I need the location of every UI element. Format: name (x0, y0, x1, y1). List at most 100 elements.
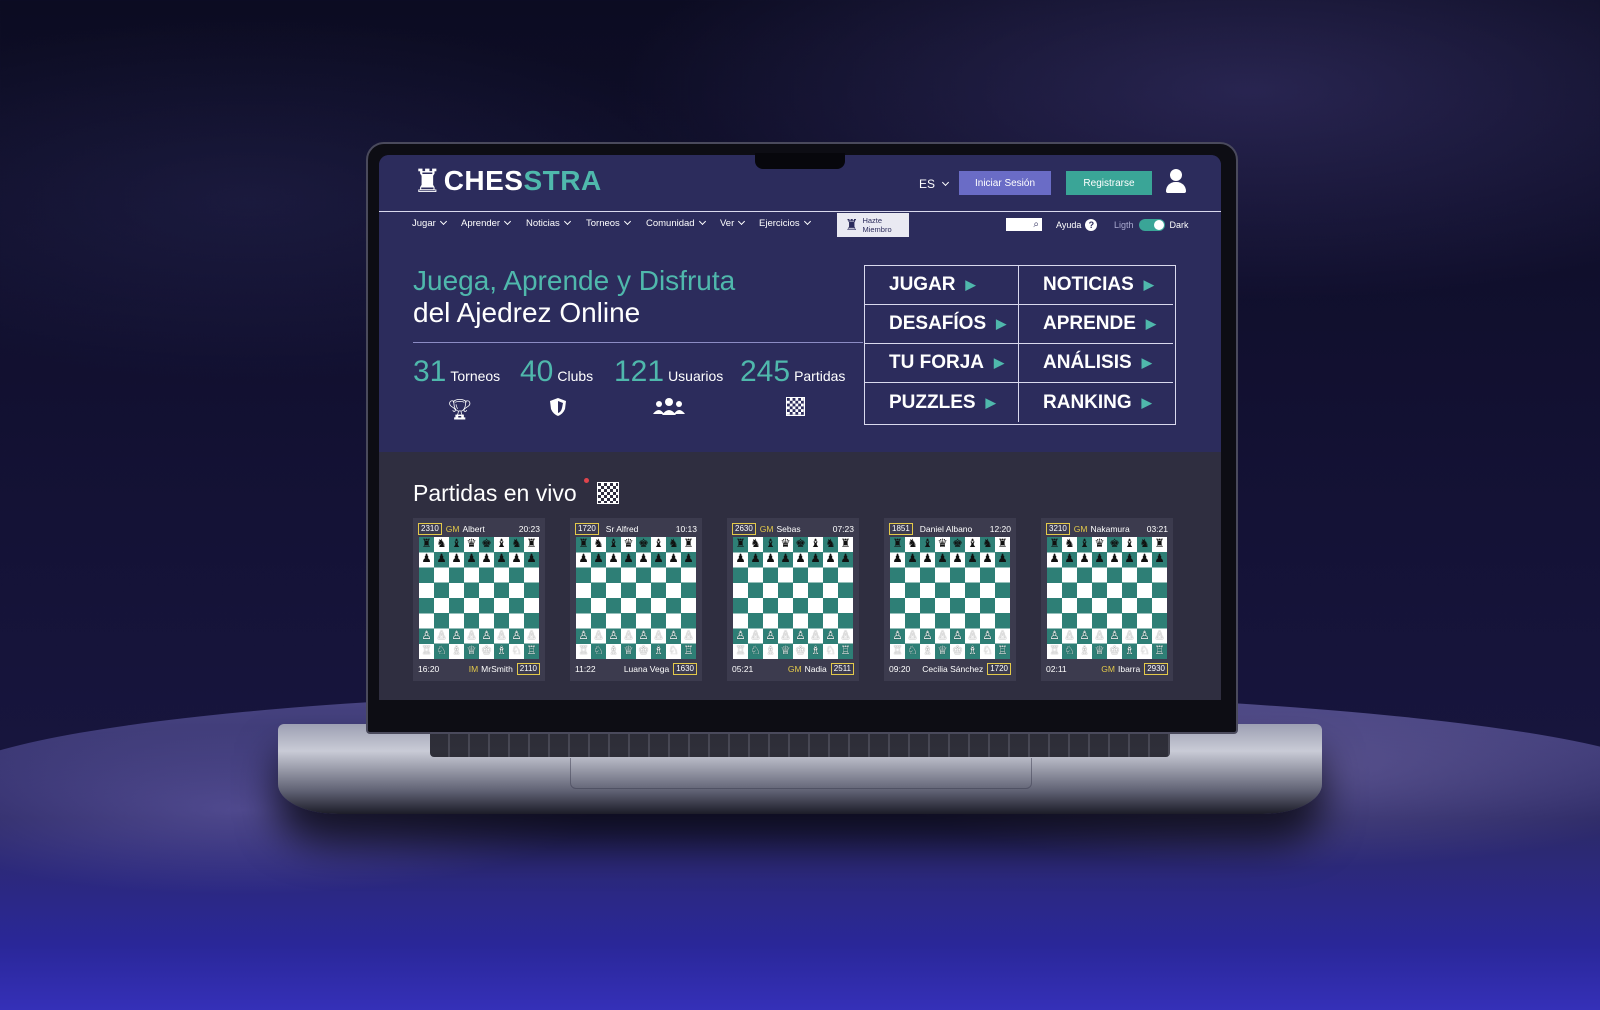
chess-board[interactable]: ♜ ♞ ♝ ♛ ♚ ♝ ♞ ♜ ♟ ♟ ♟ ♟ ♟ ♟ ♟ ♟ ♙ ♙ ♙ ♙ ♙ ♙ ♙ ♙ ♖ ♘ ♗ ♕ ♔ ♗ ♘ ♖ (419, 537, 539, 659)
bottom-player: 05:21 GM Nadia 2511 (732, 662, 854, 676)
live-game-card[interactable]: 1851 Daniel Albano 12:20 ♜ ♞ ♝ ♛ ♚ ♝ ♞ ♜ ♟ ♟ ♟ ♟ ♟ ♟ ♟ ♟ ♙ ♙… (884, 518, 1016, 681)
language-label: ES (919, 177, 936, 191)
menu-jugar[interactable]: JUGAR ▶ (865, 266, 1019, 305)
chess-piece-icon: ♟ (780, 553, 791, 566)
hero-title-line2: del Ajedrez Online (413, 297, 641, 328)
help-link[interactable]: Ayuda? (1056, 219, 1098, 231)
play-arrow-icon: ▶ (996, 316, 1007, 331)
board-rank: ♖ ♘ ♗ ♕ ♔ ♗ ♘ ♖ (890, 644, 1010, 659)
chess-piece-icon: ♙ (466, 629, 477, 642)
chess-board[interactable]: ♜ ♞ ♝ ♛ ♚ ♝ ♞ ♜ ♟ ♟ ♟ ♟ ♟ ♟ ♟ ♟ ♙ ♙ ♙ ♙ ♙ ♙ ♙ ♙ ♖ ♘ ♗ ♕ ♔ ♗ ♘ ♖ (890, 537, 1010, 659)
chess-piece-icon: ♟ (466, 553, 477, 566)
player-title: GM (787, 664, 802, 674)
chess-piece-icon: ♖ (578, 644, 589, 657)
nav-item-aprender[interactable]: Aprender (461, 217, 512, 229)
chess-piece-icon: ♟ (436, 553, 447, 566)
chess-piece-icon: ♖ (997, 644, 1008, 657)
nav-item-comunidad[interactable]: Comunidad (646, 217, 706, 229)
theme-light-label: Ligth (1114, 220, 1134, 230)
users-icon (652, 397, 686, 423)
rook-logo-icon: ♜ (413, 163, 442, 199)
player-name: Sebas (776, 524, 801, 534)
chess-piece-icon: ♞ (1064, 538, 1075, 550)
website-screen: ♜ CHES STRA ES Iniciar Sesión Registrars… (379, 155, 1221, 700)
chess-piece-icon: ♜ (840, 538, 851, 550)
board-rank: ♜ ♞ ♝ ♛ ♚ ♝ ♞ ♜ (576, 537, 696, 552)
live-game-card[interactable]: 2310 GM Albert 20:23 ♜ ♞ ♝ ♛ ♚ ♝ ♞ ♜ ♟ ♟ ♟ ♟ ♟ ♟ ♟ ♟ ♙ ♙ ♙ ♙ ♙ ♙ ♙… (413, 518, 545, 681)
chess-piece-icon: ♗ (653, 644, 664, 657)
chess-piece-icon: ♕ (623, 644, 634, 657)
menu-noticias[interactable]: NOTICIAS ▶ (1019, 266, 1173, 305)
player-title: GM (759, 524, 774, 534)
player-clock: 16:20 (418, 664, 440, 674)
chess-board[interactable]: ♜ ♞ ♝ ♛ ♚ ♝ ♞ ♜ ♟ ♟ ♟ ♟ ♟ ♟ ♟ ♟ ♙ ♙ ♙ ♙ ♙ ♙ ♙ ♙ ♖ ♘ ♗ ♕ ♔ ♗ ♘ ♖ (1047, 537, 1167, 659)
chess-piece-icon: ♞ (436, 538, 447, 550)
menu-label: RANKING (1043, 391, 1132, 413)
live-game-card[interactable]: 2630 GM Sebas 07:23 ♜ ♞ ♝ ♛ ♚ ♝ ♞ ♜ ♟ ♟ ♟ ♟ ♟ ♟ ♟ ♟ ♙ ♙ ♙ ♙ ♙ ♙ ♙ ♙… (727, 518, 859, 681)
nav-item-ver[interactable]: Ver (720, 217, 746, 229)
board-rank: ♜ ♞ ♝ ♛ ♚ ♝ ♞ ♜ (1047, 537, 1167, 552)
play-arrow-icon: ▶ (994, 355, 1004, 370)
chevron-down-icon (698, 217, 706, 226)
menu-analisis[interactable]: ANÁLISIS ▶ (1019, 344, 1173, 383)
player-clock: 02:11 (1046, 664, 1067, 674)
nav-item-label: Ver (720, 218, 735, 229)
search-icon[interactable]: ⌕ (1033, 219, 1039, 230)
member-line2: Miembro (862, 225, 892, 234)
nav-item-label: Noticias (526, 218, 560, 229)
nav-item-torneos[interactable]: Torneos (586, 217, 631, 229)
menu-tu-forja[interactable]: TU FORJA ▶ (865, 344, 1019, 383)
menu-label: DESAFÍOS (889, 313, 987, 334)
checkered-flag-icon (597, 482, 619, 504)
chess-piece-icon: ♕ (937, 644, 948, 657)
user-avatar-icon[interactable] (1164, 169, 1188, 197)
chess-piece-icon: ♛ (780, 538, 791, 550)
language-selector[interactable]: ES (919, 177, 950, 191)
chess-piece-icon: ♜ (683, 538, 694, 550)
nav-item-noticias[interactable]: Noticias (526, 217, 571, 229)
chess-board[interactable]: ♜ ♞ ♝ ♛ ♚ ♝ ♞ ♜ ♟ ♟ ♟ ♟ ♟ ♟ ♟ ♟ ♙ ♙ ♙ ♙ ♙ ♙ ♙ ♙ ♖ ♘ ♗ ♕ ♔ ♗ ♘ ♖ (733, 537, 853, 659)
chess-piece-icon: ♞ (1139, 538, 1150, 550)
chess-piece-icon: ♙ (967, 629, 978, 642)
nav-item-label: Ejercicios (759, 218, 800, 229)
chevron-down-icon (738, 217, 746, 226)
chess-piece-icon: ♝ (451, 538, 462, 550)
chess-piece-icon: ♘ (750, 644, 761, 657)
menu-desafios[interactable]: DESAFÍOS ▶ (865, 305, 1019, 344)
menu-aprende[interactable]: APRENDE ▶ (1019, 305, 1173, 344)
chess-piece-icon: ♟ (1049, 553, 1060, 566)
menu-ranking[interactable]: RANKING ▶ (1019, 383, 1173, 422)
stat-label: Clubs (557, 368, 594, 384)
theme-toggle[interactable] (1138, 219, 1165, 231)
player-name: Sr Alfred (605, 524, 639, 534)
nav-item-jugar[interactable]: Jugar (412, 217, 447, 229)
nav-item-ejercicios[interactable]: Ejercicios (759, 217, 811, 229)
menu-label: APRENDE (1043, 313, 1136, 334)
chess-board[interactable]: ♜ ♞ ♝ ♛ ♚ ♝ ♞ ♜ ♟ ♟ ♟ ♟ ♟ ♟ ♟ ♟ ♙ ♙ ♙ ♙ ♙ ♙ ♙ ♙ ♖ ♘ ♗ ♕ ♔ ♗ ♘ ♖ (576, 537, 696, 659)
register-button[interactable]: Registrarse (1066, 171, 1152, 195)
chess-piece-icon: ♟ (638, 553, 649, 566)
become-member-button[interactable]: ♜ Hazte Miembro (837, 213, 909, 237)
chess-piece-icon: ♙ (496, 629, 507, 642)
board-rank: ♙ ♙ ♙ ♙ ♙ ♙ ♙ ♙ (576, 629, 696, 644)
board-rank: ♟ ♟ ♟ ♟ ♟ ♟ ♟ ♟ (1047, 552, 1167, 567)
chess-piece-icon: ♟ (1139, 553, 1150, 566)
chess-piece-icon: ♗ (451, 644, 462, 657)
search-input[interactable]: ⌕ (1006, 218, 1042, 231)
chess-piece-icon: ♚ (481, 538, 492, 550)
chess-piece-icon: ♟ (892, 553, 903, 566)
chess-piece-icon: ♟ (825, 553, 836, 566)
chess-piece-icon: ♙ (608, 629, 619, 642)
chess-piece-icon: ♟ (578, 553, 589, 566)
live-games-title: Partidas en vivo (413, 480, 577, 506)
live-game-card[interactable]: 3210 GM Nakamura 03:21 ♜ ♞ ♝ ♛ ♚ ♝ ♞ ♜ ♟ ♟ ♟ ♟ ♟ ♟ ♟ ♟ ♙ ♙ ♙ ♙ ♙… (1041, 518, 1173, 681)
live-game-card[interactable]: 1720 Sr Alfred 10:13 ♜ ♞ ♝ ♛ ♚ ♝ ♞ ♜ ♟ ♟ ♟ ♟ ♟ ♟ ♟ ♟ ♙ ♙ ♙ ♙ ♙ ♙… (570, 518, 702, 681)
brand-logo[interactable]: ♜ CHES STRA (413, 165, 602, 197)
camera-notch (755, 153, 845, 169)
top-player: 2630 GM Sebas 07:23 (732, 522, 854, 536)
menu-puzzles[interactable]: PUZZLES ▶ (865, 383, 1019, 422)
chess-piece-icon: ♙ (825, 629, 836, 642)
login-button[interactable]: Iniciar Sesión (959, 171, 1051, 195)
chess-piece-icon: ♞ (593, 538, 604, 550)
play-arrow-icon: ▶ (1145, 316, 1156, 331)
